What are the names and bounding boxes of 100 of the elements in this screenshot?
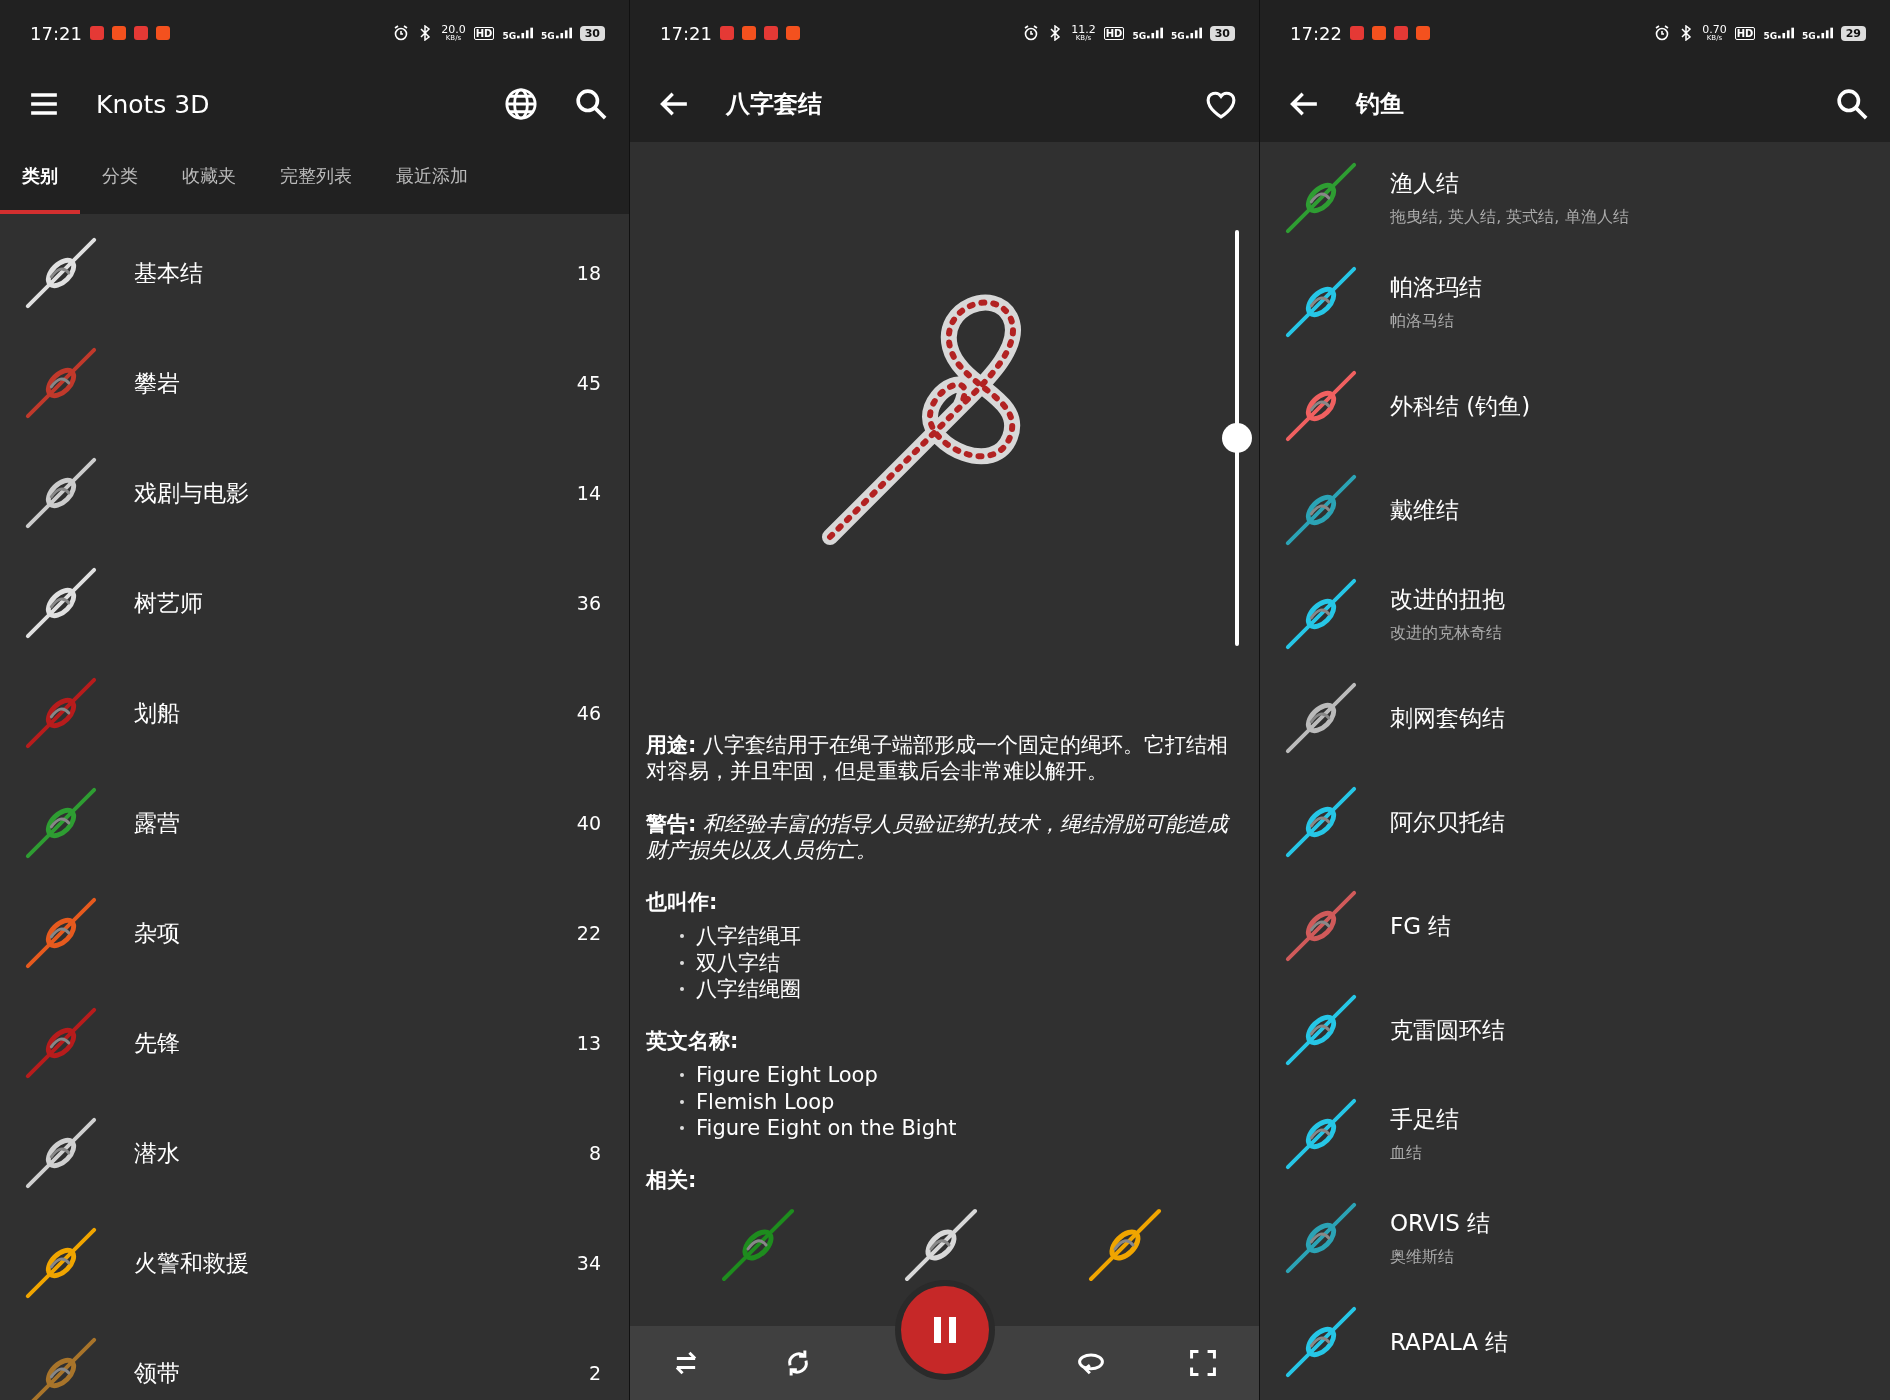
knot-name[interactable]: 改进的扭抱 [1390,584,1505,615]
network-type-label: 5G [502,32,517,41]
knot-count: 40 [576,812,601,834]
knot-count: 8 [588,1142,601,1164]
knot-alias: 帕洛马结 [1390,311,1455,332]
network-type-label: 5G [1132,32,1147,41]
category-name[interactable]: 划船 [134,697,577,729]
knot-name[interactable]: 外科结 (钓鱼) [1390,390,1531,422]
globe-icon[interactable] [503,86,539,122]
knot-alias: 奥维斯结 [1390,1247,1455,1268]
category-name[interactable]: 攀岩 [134,367,577,399]
signal-icon [1816,25,1833,41]
notification-icon [1393,26,1408,40]
hd-voice-badge: HD [1103,26,1125,40]
signal-icon [517,25,534,41]
knot-alias: 改进的克林奇结 [1390,623,1503,644]
name-text: Flemish Loop [696,1088,835,1115]
category-name[interactable]: 戏剧与电影 [134,477,577,509]
section-heading: 也叫作: [646,889,719,916]
section-heading: 英文名称: [646,1028,740,1055]
knot-name[interactable]: 戴维结 [1390,494,1459,526]
notification-icon [763,26,778,40]
knot-count: 14 [576,482,601,504]
signal-icon [1778,25,1795,41]
category-name[interactable]: 领带 [134,1357,589,1389]
knot-name[interactable]: ORVIS 结 [1390,1208,1491,1239]
screen-title: 八字套结 [726,89,823,120]
pause-icon [933,1317,956,1343]
network-type-label: 5G [1171,32,1185,41]
name-text: Figure Eight on the Bight [696,1114,957,1141]
clock-time: 17:21 [30,22,82,44]
notification-icon [111,26,126,40]
search-icon[interactable] [573,86,609,122]
category-name[interactable]: 杂项 [134,917,577,949]
network-speed: 0.70 [1702,24,1727,35]
notification-icon [1415,26,1430,40]
hd-voice-badge: HD [1734,26,1756,40]
category-name[interactable]: 露营 [134,807,577,839]
alarm-icon [1023,25,1040,41]
category-name[interactable]: 潜水 [134,1137,589,1169]
knot-name[interactable]: 克雷圆环结 [1390,1014,1505,1046]
notification-icon [785,26,800,40]
category-name[interactable]: 火警和救援 [134,1247,577,1279]
knot-alias: 拖曳结, 英人结, 英式结, 单渔人结 [1390,207,1629,228]
category-name[interactable]: 先锋 [134,1027,577,1059]
knot-count: 22 [576,922,601,944]
signal-icon [1185,25,1202,41]
slider-thumb[interactable] [1222,423,1252,453]
battery-level: 29 [1840,25,1866,41]
alarm-icon [393,25,410,41]
tab[interactable]: 最近添加 [374,142,490,214]
signal-icon [555,25,572,41]
knot-count: 2 [588,1362,601,1384]
hd-voice-badge: HD [473,26,495,40]
notification-icon [1349,26,1364,40]
tab[interactable]: 类别 [0,142,80,214]
bullet-icon [680,1073,684,1078]
alarm-icon [1654,25,1671,41]
search-icon[interactable] [1834,86,1870,122]
notification-icon [1371,26,1386,40]
knot-name[interactable]: 手足结 [1390,1104,1459,1135]
tab[interactable]: 完整列表 [258,142,374,214]
notification-icon [133,26,148,40]
knot-count: 36 [576,592,601,614]
category-name[interactable]: 树艺师 [134,587,577,619]
notification-icon [741,26,756,40]
network-type-label: 5G [1802,32,1816,41]
knot-name[interactable]: 阿尔贝托结 [1390,806,1505,838]
app-title: Knots 3D [96,89,211,119]
network-type-label: 5G [541,32,555,41]
knot-name[interactable]: 渔人结 [1390,168,1629,199]
knot-alias: 血结 [1390,1143,1423,1164]
knot-name[interactable]: 帕洛玛结 [1390,272,1482,303]
knot-name[interactable]: FG 结 [1390,910,1452,942]
bullet-icon [680,960,684,965]
notification-icon [155,26,170,40]
tab[interactable]: 分类 [80,142,160,214]
notification-icon [719,26,734,40]
battery-level: 30 [579,25,605,41]
knot-count: 18 [576,262,601,284]
network-type-label: 5G [1763,32,1778,41]
tab[interactable]: 收藏夹 [160,142,258,214]
battery-level: 30 [1209,25,1235,41]
bullet-icon [680,934,684,939]
name-text: 双八字结 [696,949,780,976]
bullet-icon [680,1099,684,1104]
knot-name[interactable]: RAPALA 结 [1390,1326,1509,1358]
screen-title: 钓鱼 [1356,89,1405,120]
bullet-icon [680,1125,684,1130]
category-name[interactable]: 基本结 [134,257,577,289]
usage-text: 用途: 八字套结用于在绳子端部形成一个固定的绳环。它打结相对容易，并且牢固，但是重载后会非常难以解开。 [646,732,1230,785]
knot-name[interactable]: 刺网套钩结 [1390,702,1505,734]
clock-time: 17:21 [660,22,712,44]
name-text: 八字结绳圈 [696,975,801,1002]
knot-count: 45 [576,372,601,394]
network-speed: 11.2 [1071,24,1096,35]
notification-icon [89,26,104,40]
signal-icon [1147,25,1164,41]
knot-count: 34 [576,1252,601,1274]
name-text: 八字结绳耳 [696,923,801,950]
